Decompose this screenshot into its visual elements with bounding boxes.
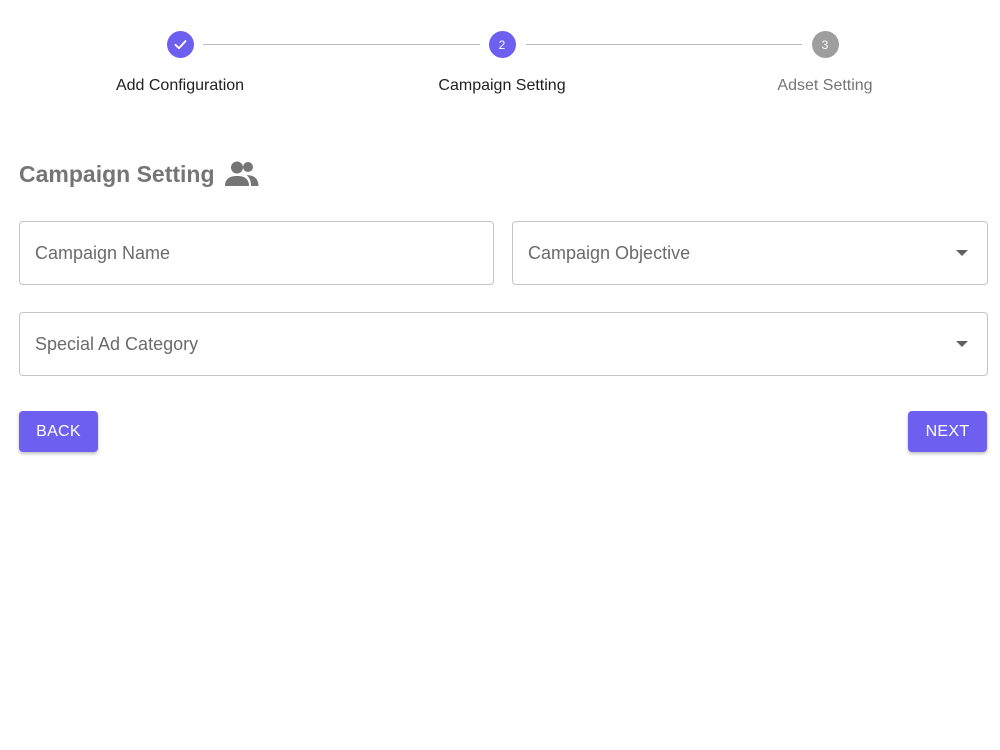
stepper: Add Configuration 2 Campaign Setting 3 A…	[0, 31, 1000, 111]
campaign-objective-select[interactable]: Campaign Objective	[512, 221, 988, 285]
section-header: Campaign Setting	[19, 160, 260, 188]
step-adset-setting[interactable]: 3 Adset Setting	[735, 31, 915, 95]
step-number: 2	[488, 31, 516, 58]
check-icon	[174, 40, 186, 50]
next-button[interactable]: NEXT	[908, 411, 987, 452]
step-campaign-setting[interactable]: 2 Campaign Setting	[412, 31, 592, 95]
dropdown-arrow-icon	[956, 341, 968, 347]
campaign-name-input[interactable]	[35, 242, 478, 264]
step-number: 3	[811, 31, 839, 58]
people-icon	[224, 161, 259, 186]
dropdown-arrow-icon	[956, 250, 968, 256]
section-title: Campaign Setting	[19, 160, 215, 187]
special-ad-category-select[interactable]: Special Ad Category	[19, 312, 988, 376]
campaign-objective-label: Campaign Objective	[528, 242, 691, 263]
special-ad-category-label: Special Ad Category	[35, 333, 199, 354]
step-label: Campaign Setting	[438, 77, 566, 94]
step-1-completed	[166, 31, 194, 58]
campaign-name-field[interactable]	[19, 221, 494, 285]
campaign-setting-page: Add Configuration 2 Campaign Setting 3 A…	[0, 0, 1000, 750]
back-button[interactable]: BACK	[19, 411, 98, 452]
step-label: Add Configuration	[115, 77, 245, 94]
step-label: Adset Setting	[777, 77, 873, 94]
step-add-configuration[interactable]: Add Configuration	[90, 31, 270, 95]
